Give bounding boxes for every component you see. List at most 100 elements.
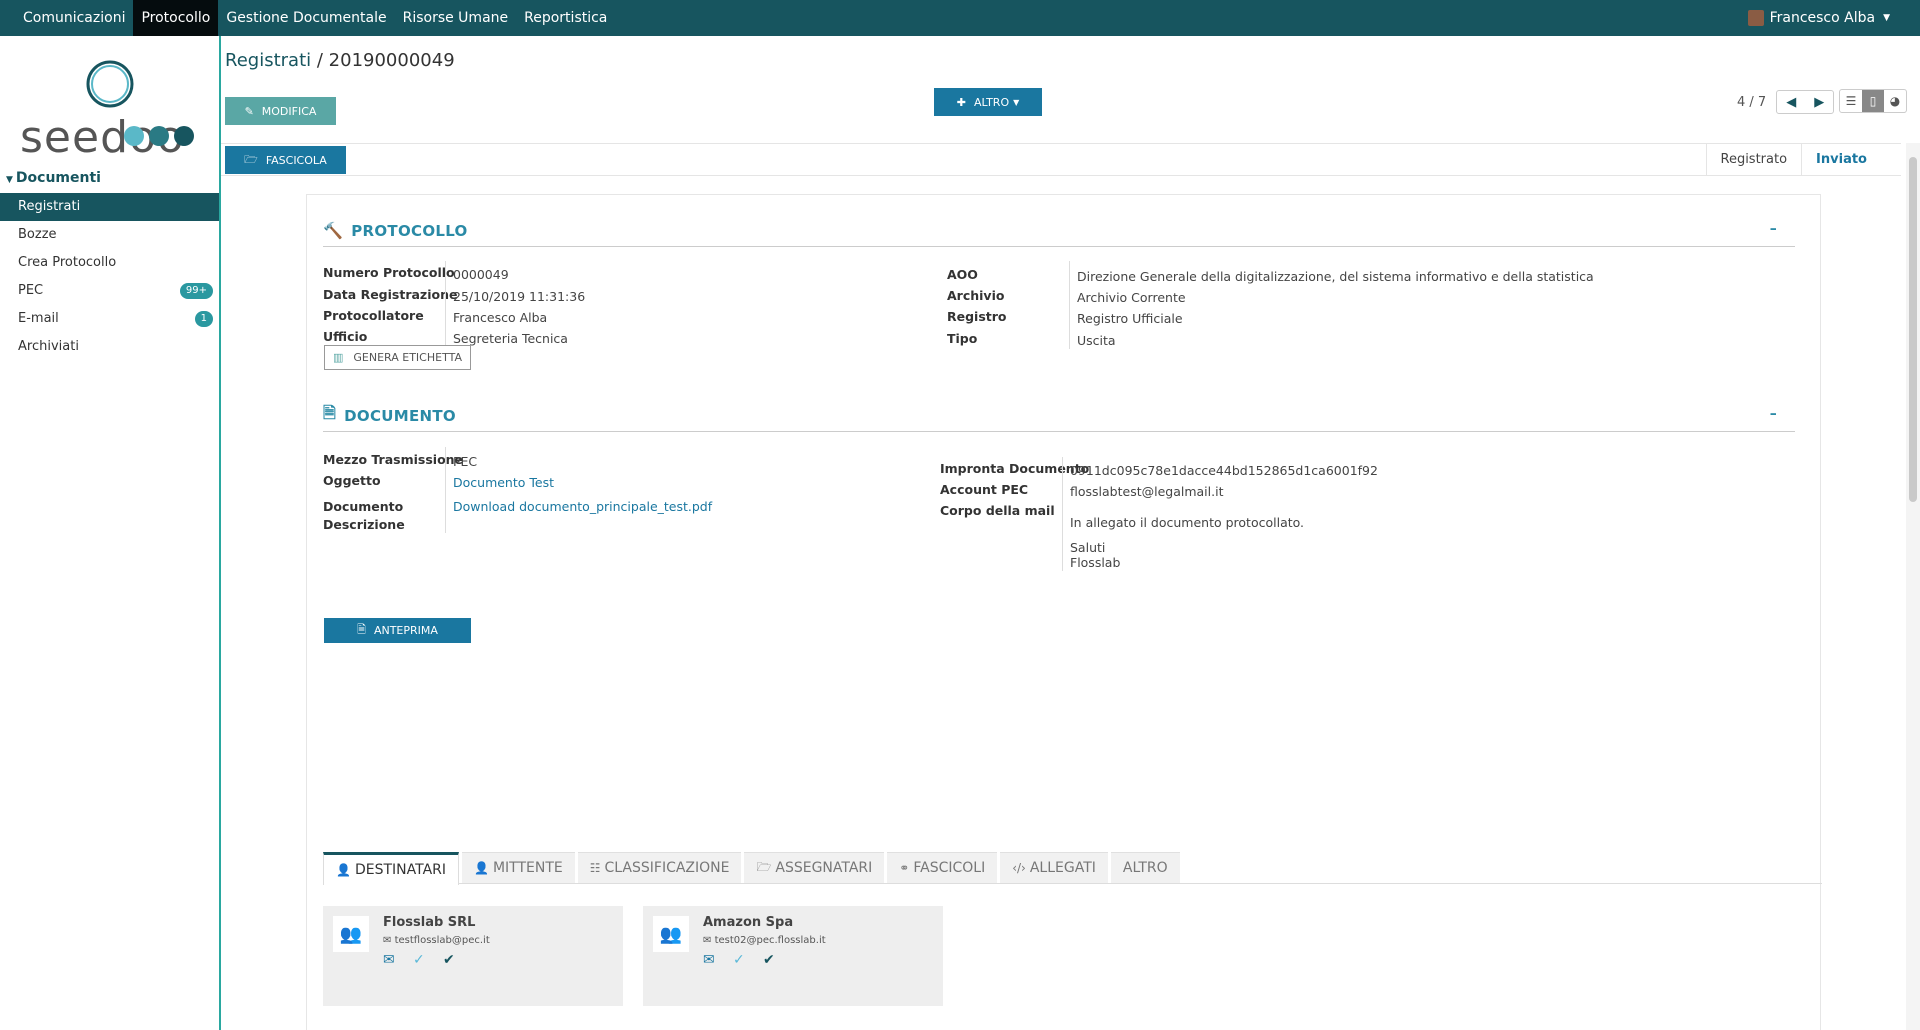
sidebar-item-bozze[interactable]: Bozze [0, 221, 219, 249]
archivio-label: Archivio [947, 288, 1005, 303]
list-icon: ☷ [589, 861, 601, 875]
fascicola-button[interactable]: 🗁 FASCICOLA [225, 146, 346, 174]
genera-etichetta-button[interactable]: ▥ GENERA ETICHETTA [324, 345, 471, 370]
sidebar-item-crea-protocollo[interactable]: Crea Protocollo [0, 249, 219, 277]
form-sheet: 🔨 PROTOCOLLO – Numero Protocollo 0000049 … [306, 194, 1822, 1030]
data-registrazione-label: Data Registrazione [323, 287, 458, 302]
section-label: Documenti [15, 170, 101, 186]
menu-comunicazioni[interactable]: Comunicazioni [15, 0, 133, 36]
anteprima-button[interactable]: 🗎 ANTEPRIMA [324, 618, 471, 643]
recipient-card[interactable]: 👥 Flosslab SRL ✉ testflosslab@pec.it ✉ ✓… [323, 906, 623, 1006]
users-icon: 👥 [653, 916, 689, 952]
corpo-mail-label: Corpo della mail [940, 503, 1055, 518]
corpo-mail-line: In allegato il documento protocollato. [1070, 515, 1305, 530]
pager-arrows: ◀ ▶ [1776, 90, 1835, 114]
main-content: Registrati / 20190000049 ✎ MODIFICA ✚ ALTR… [221, 36, 1920, 1030]
aoo-value: Direzione Generale della digitalizzazion… [1077, 269, 1594, 284]
delivery-status: ✉ ✓ ✔ [383, 952, 473, 968]
caret-down-icon: ▼ [6, 175, 13, 185]
menu-gestione-documentale[interactable]: Gestione Documentale [218, 0, 394, 36]
impronta-label: Impronta Documento [940, 461, 1090, 476]
tipo-label: Tipo [947, 331, 978, 346]
list-view-icon[interactable]: ☰ [1840, 90, 1862, 112]
count-badge: 99+ [179, 283, 213, 299]
menu-protocollo[interactable]: Protocollo [133, 0, 219, 36]
data-registrazione-value: 25/10/2019 11:31:36 [453, 289, 586, 304]
collapse-icon[interactable]: – [1770, 406, 1777, 422]
chevron-down-icon: ▼ [1883, 13, 1890, 23]
tab-altro[interactable]: ALTRO [1110, 852, 1180, 883]
altro-button[interactable]: ✚ ALTRO ▼ [934, 88, 1042, 116]
pager-value: 4 / 7 [1737, 94, 1767, 110]
corpo-mail-line: Saluti [1070, 540, 1106, 555]
arrow-left-icon[interactable]: ◀ [1777, 91, 1805, 113]
main-menu: Comunicazioni Protocollo Gestione Docume… [15, 0, 615, 36]
download-documento-link: Download documento_principale_test.pdf [453, 499, 713, 514]
breadcrumb-registrati[interactable]: Registrati [225, 50, 311, 71]
section-header[interactable]: 🔨 PROTOCOLLO – [323, 215, 1795, 247]
user-icon: 👤 [336, 863, 351, 877]
recipient-name: Flosslab SRL [383, 915, 476, 930]
oggetto-value: Documento Test [453, 475, 554, 490]
documenti-section-toggle[interactable]: ▼ Documenti [6, 170, 101, 186]
divider [1062, 457, 1063, 571]
state-registrato[interactable]: Registrato [1705, 144, 1802, 175]
scrollbar[interactable] [1906, 143, 1920, 1030]
documento-label: Documento [323, 499, 404, 514]
tab-assegnatari[interactable]: 🗁 ASSEGNATARI [744, 852, 885, 883]
tab-mittente[interactable]: 👤 MITTENTE [462, 852, 575, 883]
tab-allegati[interactable]: ‹/› ALLEGATI [1000, 852, 1108, 883]
user-icon: 👤 [474, 861, 489, 875]
tab-destinatari[interactable]: 👤 DESTINATARI [323, 852, 460, 885]
sidebar-item-registrati[interactable]: Registrati [0, 193, 219, 221]
menu-reportistica[interactable]: Reportistica [516, 0, 615, 36]
envelope-icon: ✉ [703, 952, 715, 968]
paperclip-icon: ⚭ [899, 861, 910, 875]
protocollo-section: 🔨 PROTOCOLLO – [323, 215, 1795, 247]
state-steps: Registrato Inviato [1705, 144, 1882, 175]
registro-label: Registro [947, 309, 1007, 324]
state-inviato[interactable]: Inviato [1801, 144, 1881, 175]
user-name: Francesco Alba [1769, 10, 1876, 26]
section-header[interactable]: 🗎 DOCUMENTO – [323, 400, 1795, 432]
registro-value: Registro Ufficiale [1077, 311, 1183, 326]
user-menu[interactable]: Francesco Alba ▼ [1747, 0, 1890, 36]
collapse-icon[interactable]: – [1770, 221, 1777, 237]
corpo-mail-line: Flosslab [1070, 555, 1121, 570]
impronta-value: 0911dc095c78e1dacce44bd152865d1ca6001f92 [1070, 463, 1378, 478]
modifica-button[interactable]: ✎ MODIFICA [225, 97, 336, 125]
envelope-icon: ✉ [383, 952, 395, 968]
tab-classificazione[interactable]: ☷ CLASSIFICAZIONE [577, 852, 742, 883]
tab-fascicoli[interactable]: ⚭ FASCICOLI [887, 852, 998, 883]
sidebar-item-pec[interactable]: PEC 99+ [0, 277, 219, 305]
ufficio-label: Ufficio [323, 329, 368, 344]
account-pec-value: flosslabtest@legalmail.it [1070, 484, 1224, 499]
edit-icon: ✎ [244, 104, 254, 118]
sidebar-item-archiviati[interactable]: Archiviati [0, 333, 219, 361]
map-view-icon[interactable]: ◕ [1884, 90, 1906, 112]
numero-protocollo-label: Numero Protocollo [323, 265, 455, 280]
sidebar-item-email[interactable]: E-mail 1 [0, 305, 219, 333]
oggetto-label: Oggetto [323, 473, 381, 488]
divider [1069, 261, 1070, 349]
folder-open-icon: 🗁 [244, 152, 258, 166]
ufficio-value: Segreteria Tecnica [453, 331, 568, 346]
page-title: Registrati / 20190000049 [225, 50, 455, 71]
scrollbar-thumb[interactable] [1909, 157, 1917, 502]
envelope-icon: ✉ [703, 935, 712, 946]
barcode-icon: ▥ [332, 351, 344, 364]
menu-risorse-umane[interactable]: Risorse Umane [395, 0, 517, 36]
count-badge: 1 [194, 311, 213, 327]
form-view-icon[interactable]: ▯ [1862, 90, 1884, 112]
check-circle-icon: ✓ [413, 952, 425, 968]
check-circle-icon: ✓ [733, 952, 745, 968]
plus-icon: ✚ [956, 95, 966, 109]
arrow-right-icon[interactable]: ▶ [1805, 91, 1833, 113]
documento-section: 🗎 DOCUMENTO – [323, 400, 1795, 432]
seedoo-logo: seedoo [20, 60, 194, 162]
recipient-email: ✉ testflosslab@pec.it [383, 935, 490, 946]
recipient-card[interactable]: 👥 Amazon Spa ✉ test02@pec.flosslab.it ✉ … [643, 906, 943, 1006]
code-icon: ‹/› [1012, 861, 1026, 875]
delivery-status: ✉ ✓ ✔ [703, 952, 793, 968]
divider [445, 261, 446, 345]
